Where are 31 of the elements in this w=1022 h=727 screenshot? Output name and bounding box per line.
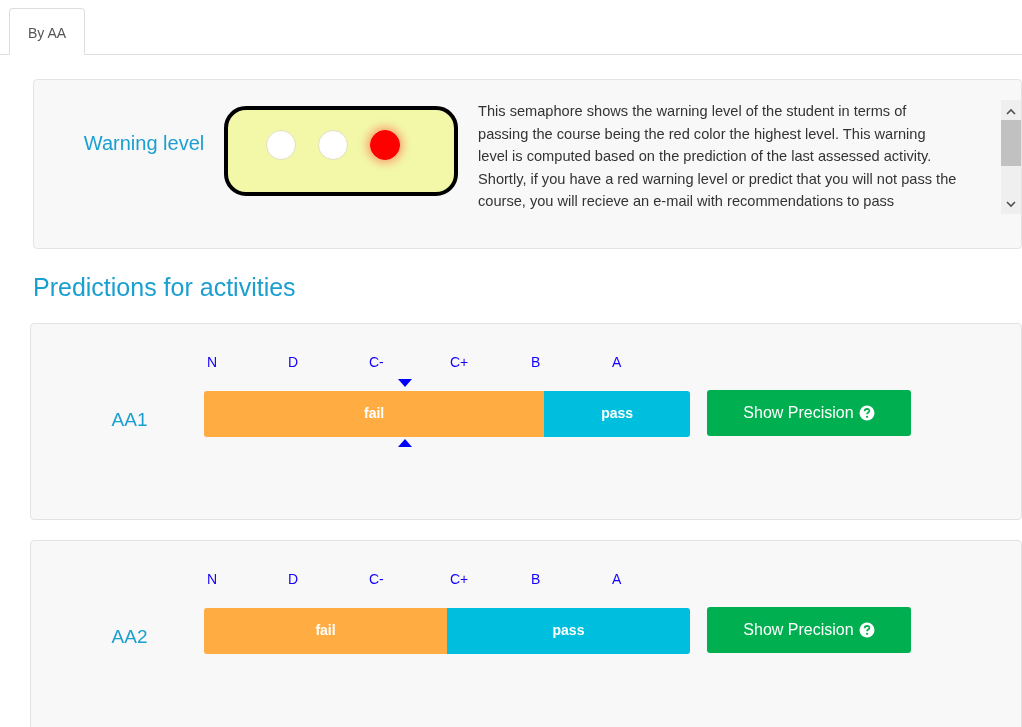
section-heading: Predictions for activities <box>33 272 297 303</box>
fail-segment: fail <box>204 607 447 654</box>
grade-label: A <box>612 570 622 587</box>
grade-label: C+ <box>450 353 469 370</box>
grade-label: C+ <box>450 570 469 587</box>
warning-level-label: Warning level <box>82 131 205 156</box>
scrollbar-thumb[interactable] <box>1001 120 1021 166</box>
grade-label: B <box>531 353 541 370</box>
show-precision-button[interactable]: Show Precision <box>707 389 911 436</box>
grade-label: N <box>207 570 218 587</box>
activity-name: AA1 <box>110 407 149 432</box>
description-text: This semaphore shows the warning level of the student in terms of passing the course being the red color the highest level. This warning level is computed based on the prediction of the last assessed activity. Shortly, if you have a red warning level or predict that you will not pass the course, you will recieve an e-mail with recommendations to pass <box>478 102 958 211</box>
grade-label: A <box>612 353 622 370</box>
grade-label: B <box>531 570 541 587</box>
scroll-up-icon[interactable] <box>1006 108 1016 116</box>
grade-label: C- <box>369 353 384 370</box>
grade-label: N <box>207 353 218 370</box>
help-icon <box>858 621 875 638</box>
activity-name: AA2 <box>110 624 149 649</box>
pass-segment: pass <box>544 390 690 437</box>
up-triangle-icon <box>398 438 412 447</box>
fail-segment: fail <box>204 390 545 437</box>
down-triangle-icon <box>398 378 412 387</box>
grade-label: D <box>288 353 299 370</box>
pass-segment: pass <box>447 607 690 654</box>
scroll-down-icon[interactable] <box>1006 200 1016 208</box>
grade-label: D <box>288 570 299 587</box>
show-precision-button[interactable]: Show Precision <box>707 606 911 653</box>
help-icon <box>858 404 875 421</box>
tab[interactable]: By AA <box>9 8 86 55</box>
grade-label: C- <box>369 570 384 587</box>
